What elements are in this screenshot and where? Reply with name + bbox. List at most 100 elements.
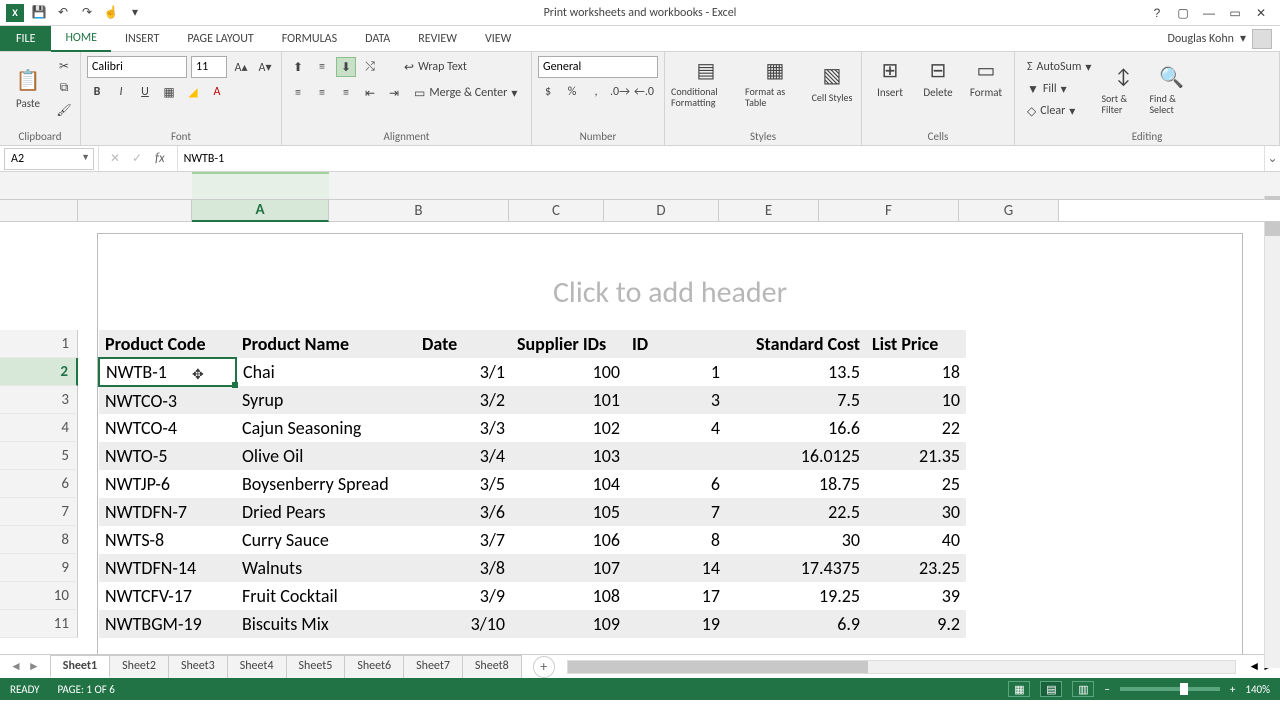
- cell[interactable]: Walnuts: [236, 554, 416, 582]
- bold-button[interactable]: B: [87, 82, 107, 102]
- cut-icon[interactable]: ✂: [54, 56, 74, 76]
- tab-insert[interactable]: INSERT: [111, 26, 173, 51]
- borders-icon[interactable]: ▦: [159, 82, 179, 102]
- add-sheet-button[interactable]: +: [533, 656, 555, 678]
- decrease-decimal-icon[interactable]: ←.0: [634, 82, 654, 102]
- cell[interactable]: 4: [626, 414, 726, 442]
- cell[interactable]: 3/9: [416, 582, 511, 610]
- enter-formula-icon[interactable]: ✓: [127, 149, 147, 169]
- touch-mode-icon[interactable]: ☝: [102, 4, 120, 22]
- align-bottom-icon[interactable]: ⬇: [336, 57, 356, 77]
- cell[interactable]: 7.5: [726, 386, 866, 414]
- cell[interactable]: Biscuits Mix: [236, 610, 416, 638]
- header-standard-cost[interactable]: Standard Cost: [726, 330, 866, 358]
- close-icon[interactable]: ✕: [1252, 6, 1270, 20]
- row-header-2[interactable]: 2: [0, 358, 78, 386]
- orientation-icon[interactable]: ⤭: [360, 57, 380, 77]
- cell[interactable]: 23.25: [866, 554, 966, 582]
- sheet-tab-4[interactable]: Sheet4: [227, 655, 287, 678]
- cell[interactable]: 18: [866, 358, 966, 386]
- cell[interactable]: 16.6: [726, 414, 866, 442]
- cell[interactable]: 1: [626, 358, 726, 386]
- cell[interactable]: Olive Oil: [236, 442, 416, 470]
- font-color-icon[interactable]: A: [207, 82, 227, 102]
- copy-icon[interactable]: ⧉: [54, 78, 74, 98]
- account-menu[interactable]: Douglas Kohn▾: [1159, 26, 1280, 51]
- clear-button[interactable]: ◇ Clear ▾: [1021, 100, 1097, 122]
- cell[interactable]: 104: [511, 470, 626, 498]
- autosum-button[interactable]: Σ AutoSum ▾: [1021, 56, 1097, 78]
- header-product-name[interactable]: Product Name: [236, 330, 416, 358]
- cell-styles-button[interactable]: ▧Cell Styles: [809, 62, 855, 103]
- row-header-7[interactable]: 7: [0, 498, 78, 526]
- col-header-f[interactable]: F: [819, 200, 959, 221]
- page-break-view-icon[interactable]: ▥: [1072, 681, 1094, 697]
- cell[interactable]: NWTCFV-17: [99, 582, 236, 610]
- col-header-a[interactable]: A: [192, 200, 329, 222]
- minimize-icon[interactable]: —: [1200, 6, 1218, 20]
- cell[interactable]: NWTS-8: [99, 526, 236, 554]
- align-left-icon[interactable]: ≡: [288, 83, 308, 103]
- cell[interactable]: 100: [511, 358, 626, 386]
- row-header-8[interactable]: 8: [0, 526, 78, 554]
- header-date[interactable]: Date: [416, 330, 511, 358]
- cell[interactable]: 6.9: [726, 610, 866, 638]
- col-header-g[interactable]: G: [959, 200, 1059, 221]
- header-supplier-ids[interactable]: Supplier IDs: [511, 330, 626, 358]
- row-header-10[interactable]: 10: [0, 582, 78, 610]
- cell[interactable]: 19.25: [726, 582, 866, 610]
- cell[interactable]: Cajun Seasoning: [236, 414, 416, 442]
- cell[interactable]: NWTCO-4: [99, 414, 236, 442]
- cell[interactable]: 39: [866, 582, 966, 610]
- cell[interactable]: 18.75: [726, 470, 866, 498]
- select-all-corner[interactable]: [0, 200, 78, 221]
- cell[interactable]: 19: [626, 610, 726, 638]
- format-button[interactable]: ▭Format: [964, 56, 1008, 99]
- page-header-placeholder[interactable]: Click to add header: [98, 234, 1242, 335]
- row-header-4[interactable]: 4: [0, 414, 78, 442]
- sheet-tab-2[interactable]: Sheet2: [109, 655, 169, 678]
- cell[interactable]: NWTBGM-19: [99, 610, 236, 638]
- paste-button[interactable]: 📋 Paste: [6, 67, 50, 110]
- cell[interactable]: 14: [626, 554, 726, 582]
- cell[interactable]: 3/3: [416, 414, 511, 442]
- insert-button[interactable]: ⊞Insert: [868, 56, 912, 99]
- cell[interactable]: 102: [511, 414, 626, 442]
- wrap-text-button[interactable]: ↩ Wrap Text: [398, 56, 473, 78]
- format-painter-icon[interactable]: 🖌: [54, 100, 74, 120]
- formula-input[interactable]: [178, 148, 1264, 170]
- tab-file[interactable]: FILE: [0, 26, 51, 51]
- cell[interactable]: 3/2: [416, 386, 511, 414]
- format-as-table-button[interactable]: ▦Format as Table: [745, 56, 805, 108]
- cell[interactable]: 3/8: [416, 554, 511, 582]
- zoom-thumb[interactable]: [1180, 683, 1188, 695]
- cell-a2[interactable]: NWTB-1: [99, 358, 236, 386]
- cell[interactable]: 103: [511, 442, 626, 470]
- cell[interactable]: 9.2: [866, 610, 966, 638]
- sheet-next-icon[interactable]: ►: [28, 659, 40, 674]
- tab-view[interactable]: VIEW: [471, 26, 525, 51]
- cell[interactable]: Chai: [236, 358, 416, 386]
- col-header-b[interactable]: B: [329, 200, 509, 221]
- cancel-formula-icon[interactable]: ✕: [105, 149, 125, 169]
- decrease-font-icon[interactable]: A▾: [255, 57, 275, 77]
- sheet-tab-5[interactable]: Sheet5: [286, 655, 346, 678]
- cell[interactable]: Dried Pears: [236, 498, 416, 526]
- header-list-price[interactable]: List Price: [866, 330, 966, 358]
- scroll-left-icon[interactable]: ◄: [1248, 659, 1260, 674]
- underline-button[interactable]: U: [135, 82, 155, 102]
- cell[interactable]: 21.35: [866, 442, 966, 470]
- cell[interactable]: 3/10: [416, 610, 511, 638]
- cell[interactable]: 17: [626, 582, 726, 610]
- cell[interactable]: NWTCO-3: [99, 386, 236, 414]
- find-select-button[interactable]: 🔍Find & Select: [1149, 63, 1193, 115]
- cell[interactable]: Boysenberry Spread: [236, 470, 416, 498]
- cell[interactable]: 16.0125: [726, 442, 866, 470]
- cell[interactable]: 107: [511, 554, 626, 582]
- zoom-slider[interactable]: [1120, 687, 1220, 691]
- cell[interactable]: 6: [626, 470, 726, 498]
- increase-decimal-icon[interactable]: .0→: [610, 82, 630, 102]
- cell[interactable]: 30: [866, 498, 966, 526]
- cell[interactable]: 3/6: [416, 498, 511, 526]
- help-icon[interactable]: ?: [1148, 6, 1166, 20]
